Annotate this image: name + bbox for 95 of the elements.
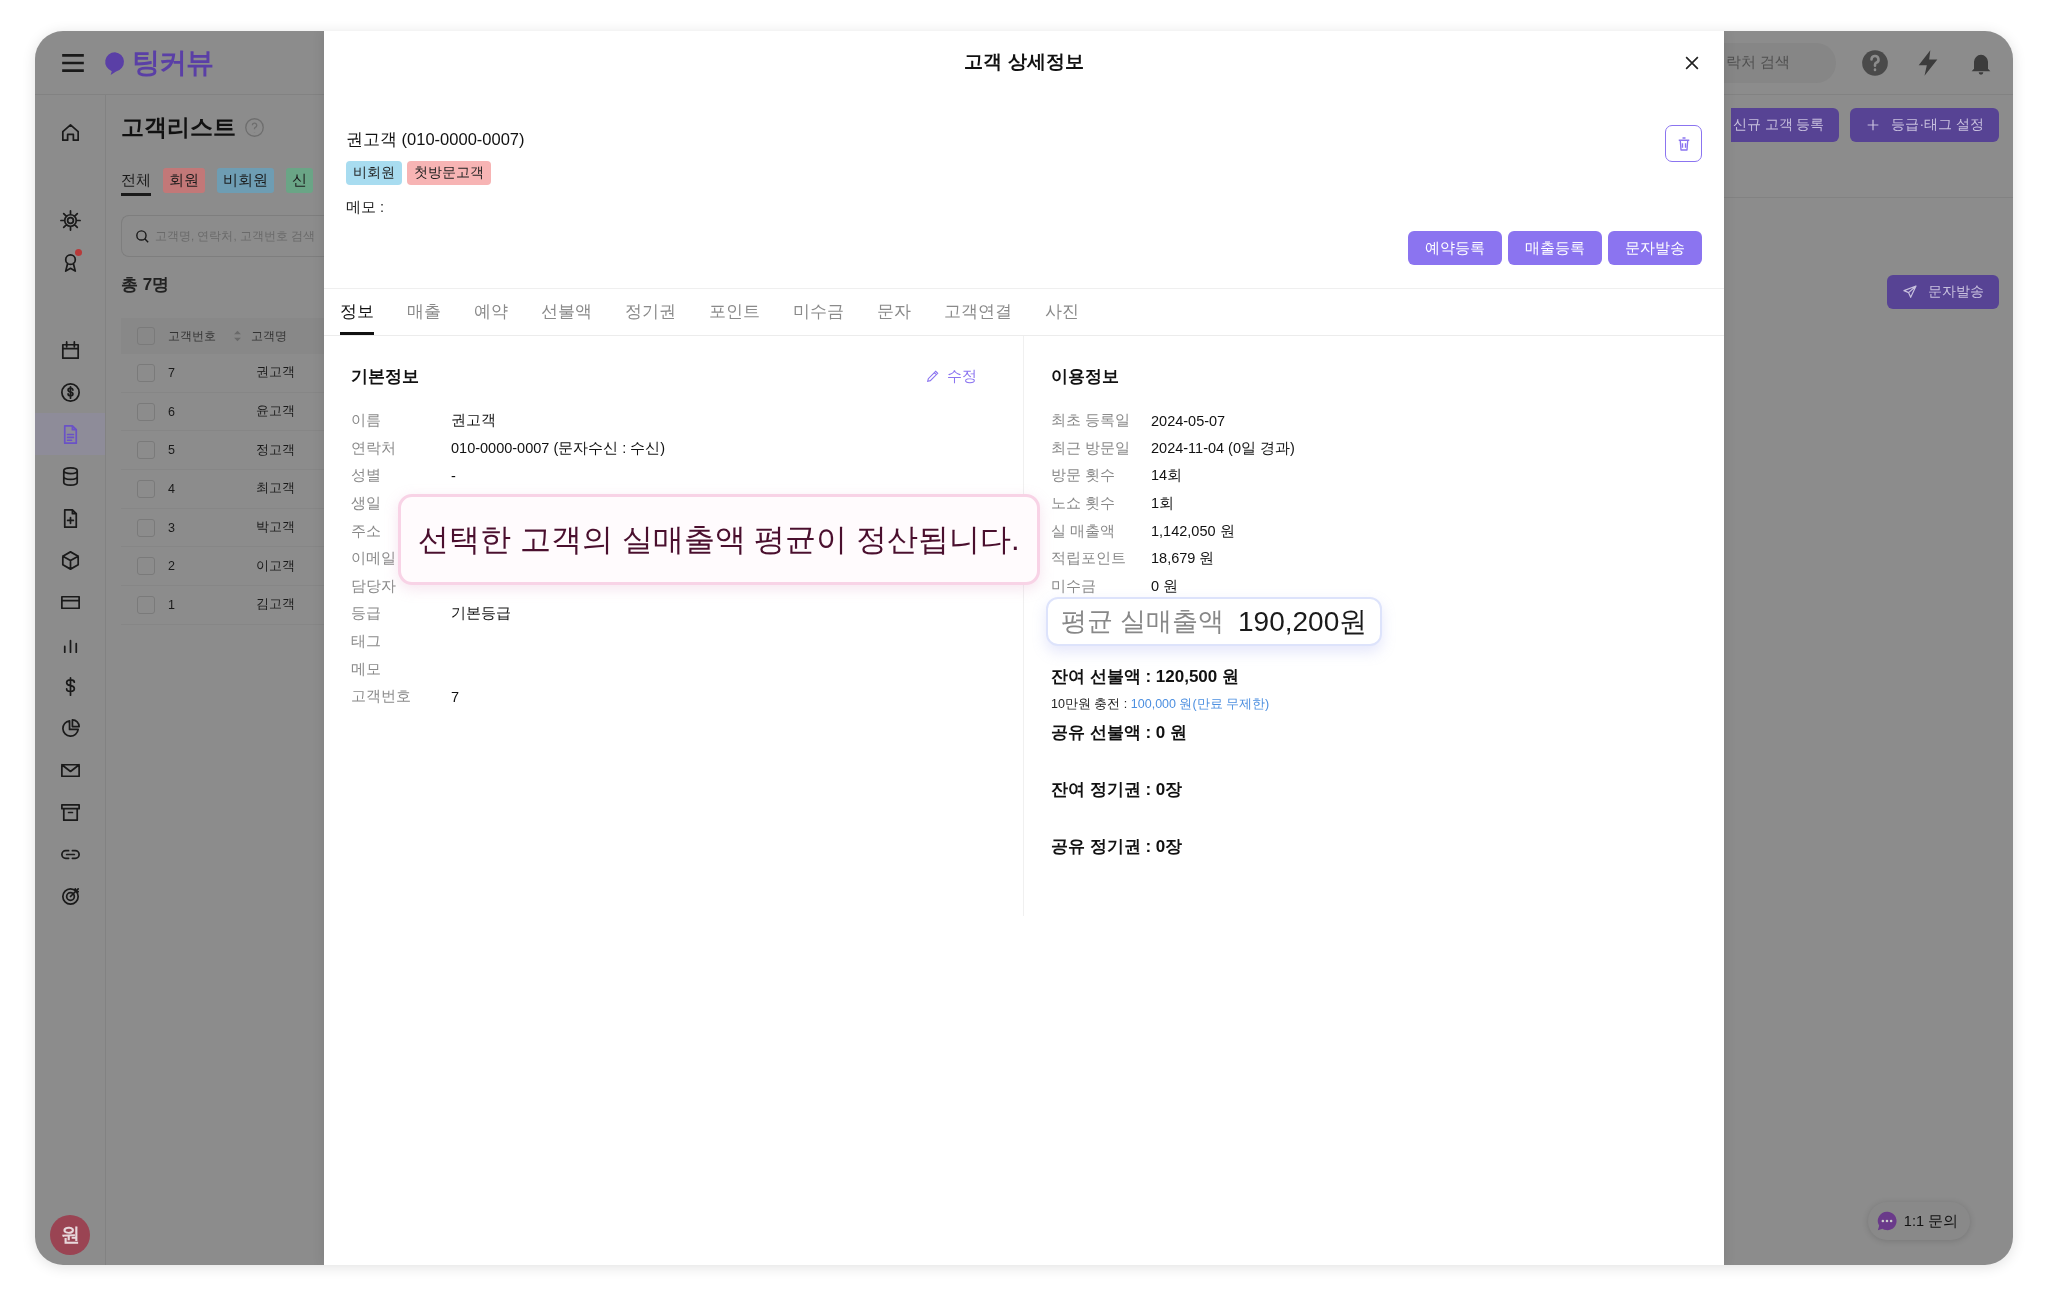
field-value: 1회	[1151, 494, 1175, 514]
send-icon	[1902, 284, 1918, 300]
table-cell-text: 7	[168, 365, 176, 380]
field-label: 실 매출액	[1051, 521, 1117, 541]
field-label: 이름	[351, 411, 382, 431]
field-value: 2024-11-04 (0일 경과)	[1151, 438, 1295, 458]
detail-tab[interactable]: 매출	[407, 289, 441, 335]
field-label: 연락처	[351, 438, 397, 458]
detail-tab[interactable]: 선불액	[541, 289, 592, 335]
table-cell-text: 5	[168, 443, 176, 458]
balance-summary: 잔여 선불액 : 120,500 원	[1051, 666, 1240, 689]
customer-name: 권고객 (010-0000-0007)	[346, 129, 525, 150]
explanation-callout: 선택한 고객의 실매출액 평균이 정산됩니다.	[398, 494, 1040, 585]
section-heading: 이용정보	[1051, 365, 1119, 388]
filter-tab[interactable]: 비회원	[217, 168, 274, 193]
detail-tab[interactable]: 문자	[877, 289, 911, 335]
action-button[interactable]: 신규 고객 등록	[1730, 108, 1840, 142]
table-cell-text: 4	[168, 481, 176, 496]
field-label: 담당자	[351, 576, 397, 596]
field-value: 1,142,050 원	[1151, 521, 1235, 541]
balance-summary: 공유 정기권 : 0장	[1051, 836, 1184, 859]
callout-value: 190,200원	[1238, 604, 1368, 639]
help-icon[interactable]	[1861, 48, 1889, 77]
field-label: 메모	[351, 659, 382, 679]
action-button[interactable]: 예약등록	[1408, 231, 1502, 265]
callout-label: 평균 실매출액	[1060, 605, 1224, 638]
field-value: 18,679 원	[1151, 549, 1215, 569]
detail-tab[interactable]: 정보	[340, 289, 374, 335]
detail-tab[interactable]: 포인트	[709, 289, 760, 335]
detail-tab[interactable]: 미수금	[793, 289, 844, 335]
detail-tab[interactable]: 예약	[474, 289, 508, 335]
table-cell-text: 1	[168, 597, 176, 612]
section-heading: 기본정보	[351, 365, 419, 388]
column-header[interactable]: 고객번호	[168, 327, 216, 345]
action-button[interactable]: 문자발송	[1608, 231, 1702, 265]
balance-summary: 공유 선불액 : 0 원	[1051, 722, 1188, 745]
field-value: 7	[451, 688, 460, 705]
user-avatar[interactable]: 원	[50, 1215, 90, 1255]
field-label: 등급	[351, 604, 382, 624]
balance-detail-label: 10만원 충전 :	[1051, 697, 1129, 712]
action-button[interactable]: 등급·태그 설정	[1850, 108, 1999, 142]
field-label: 최근 방문일	[1051, 438, 1132, 458]
table-cell: 권고객	[256, 364, 295, 382]
field-value: 010-0000-0007 (문자수신 : 수신)	[451, 438, 666, 458]
pencil-icon	[925, 368, 941, 384]
filter-tab[interactable]: 신	[286, 168, 313, 193]
table-cell: 이고객	[256, 557, 295, 575]
field-label: 미수금	[1051, 576, 1097, 596]
table-cell: 윤고객	[256, 403, 295, 421]
table-cell: 김고객	[256, 596, 295, 614]
table-cell-text: 6	[168, 404, 176, 419]
field-value: 권고객	[451, 411, 496, 431]
field-value: -	[451, 468, 456, 484]
detail-tab[interactable]: 고객연결	[944, 289, 1012, 335]
balance-summary: 잔여 정기권 : 0장	[1051, 779, 1184, 802]
table-cell-text: 3	[168, 520, 176, 535]
field-label: 고객번호	[351, 687, 412, 707]
field-label: 성별	[351, 466, 382, 486]
chat-bubble-icon	[1875, 1210, 1898, 1232]
action-button[interactable]: 매출등록	[1508, 231, 1602, 265]
field-value: 기본등급	[451, 604, 511, 624]
detail-tab[interactable]: 정기권	[625, 289, 676, 335]
field-label: 태그	[351, 632, 382, 652]
coin-icon	[58, 380, 82, 404]
field-value: 14회	[1151, 466, 1183, 486]
customer-tag: 첫방문고객	[407, 161, 491, 185]
balance-detail-value: 100,000 원(만료 무제한)	[1130, 697, 1270, 712]
settings-icon	[58, 208, 82, 232]
field-label: 적립포인트	[1051, 549, 1127, 569]
search-icon	[134, 227, 151, 245]
memo-label: 메모 :	[346, 198, 386, 217]
filter-tab[interactable]: 전체	[121, 168, 151, 196]
field-label: 방문 횟수	[1051, 466, 1117, 486]
field-value: 2024-05-07	[1151, 412, 1226, 429]
total-count: 총 7명	[121, 274, 171, 296]
edit-link[interactable]: 수정	[925, 366, 977, 386]
field-label: 최초 등록일	[1051, 411, 1132, 431]
chat-button[interactable]: 1:1 문의	[1867, 1202, 1970, 1240]
table-cell: 정고객	[256, 441, 295, 459]
send-message-button[interactable]: 문자발송	[1887, 275, 1999, 309]
field-label: 노쇼 횟수	[1051, 494, 1117, 514]
column-header[interactable]: 고객명	[251, 327, 287, 345]
field-label: 이메일	[351, 549, 397, 569]
table-cell-text: 2	[168, 559, 176, 574]
detail-tab[interactable]: 사진	[1045, 289, 1079, 335]
delete-button[interactable]	[1665, 125, 1702, 162]
filter-tab[interactable]: 회원	[163, 168, 205, 193]
table-cell: 박고객	[256, 519, 295, 537]
page-title: 고객리스트	[121, 113, 236, 142]
customer-tag: 비회원	[346, 161, 402, 185]
logo: 팅커뷰	[132, 45, 213, 80]
field-value: 0 원	[1151, 576, 1179, 596]
table-cell: 최고객	[256, 480, 295, 498]
field-label: 생일	[351, 494, 382, 514]
dialog-title: 고객 상세정보	[964, 50, 1084, 74]
